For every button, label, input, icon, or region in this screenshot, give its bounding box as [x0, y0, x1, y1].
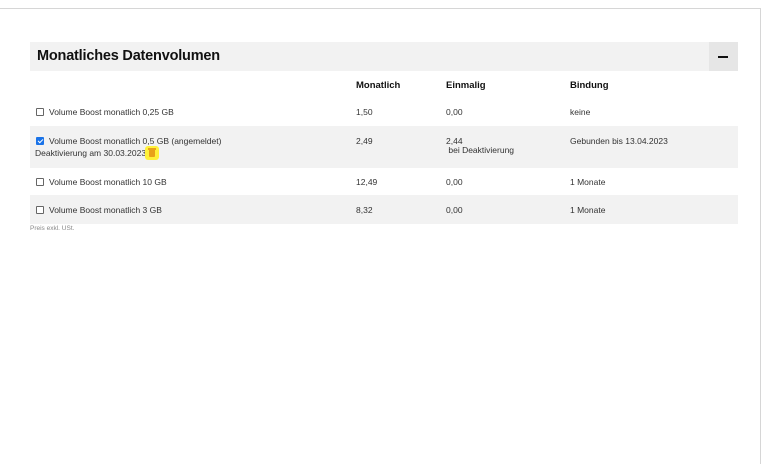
one-time-price: 0,00 — [446, 205, 463, 215]
trash-icon[interactable] — [145, 146, 160, 160]
table-row: Volume Boost monatlich 0,25 GB 1,50 0,00… — [30, 97, 738, 126]
table-row: Volume Boost monatlich 10 GB 12,49 0,00 … — [30, 168, 738, 195]
option-checkbox[interactable] — [36, 178, 44, 186]
one-time-price: 0,00 — [446, 107, 463, 117]
collapse-button[interactable] — [709, 42, 738, 71]
option-checkbox[interactable] — [36, 137, 44, 145]
panel-header: Monatliches Datenvolumen — [30, 42, 738, 71]
option-checkbox[interactable] — [36, 108, 44, 116]
option-label: Volume Boost monatlich 3 GB — [49, 205, 162, 215]
monthly-price: 8,32 — [356, 205, 373, 215]
binding-text: 1 Monate — [570, 205, 606, 215]
option-checkbox[interactable] — [36, 206, 44, 214]
deactivation-date: Deaktivierung am 30.03.2023 — [35, 148, 147, 158]
price-footnote: Preis exkl. USt. — [30, 225, 75, 232]
binding-text: 1 Monate — [570, 177, 606, 187]
column-header-binding: Bindung — [570, 80, 609, 91]
data-volume-panel: Monatliches Datenvolumen Monatlich Einma… — [30, 42, 738, 224]
minus-icon — [718, 56, 728, 58]
binding-text: Gebunden bis 13.04.2023 — [570, 136, 668, 146]
option-label: Volume Boost monatlich 0,5 GB (angemelde… — [49, 136, 222, 146]
option-label: Volume Boost monatlich 0,25 GB — [49, 107, 174, 117]
column-header-monthly: Monatlich — [356, 80, 401, 91]
panel-title: Monatliches Datenvolumen — [37, 48, 220, 64]
one-time-price: 0,00 — [446, 177, 463, 187]
table-row: Volume Boost monatlich 0,5 GB (angemelde… — [30, 126, 738, 168]
binding-text: keine — [570, 107, 591, 117]
monthly-price: 12,49 — [356, 177, 378, 187]
option-label: Volume Boost monatlich 10 GB — [49, 177, 167, 187]
table-header-row: Monatlich Einmalig Bindung — [30, 71, 738, 97]
monthly-price: 2,49 — [356, 136, 373, 146]
deactivation-note: Deaktivierung am 30.03.2023 — [35, 146, 160, 160]
monthly-price: 1,50 — [356, 107, 373, 117]
column-header-once: Einmalig — [446, 80, 486, 91]
table-row: Volume Boost monatlich 3 GB 8,32 0,00 1 … — [30, 195, 738, 224]
one-time-note: bei Deaktivierung — [446, 145, 515, 155]
